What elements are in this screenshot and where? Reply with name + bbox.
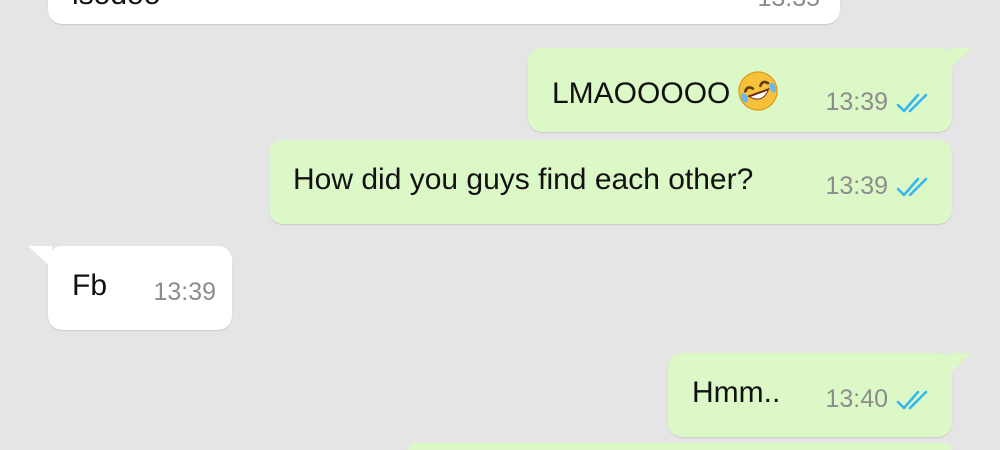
message-text: LMAOOOOO <box>552 71 780 117</box>
bubble-tail <box>28 246 52 268</box>
message-bubble-incoming[interactable]: isodoo 13:35 <box>48 0 840 24</box>
message-time: 13:39 <box>825 88 888 116</box>
message-time: 13:40 <box>825 385 888 413</box>
message-bubble-incoming[interactable]: Fb 13:39 <box>28 246 232 330</box>
message-meta: 13:40 <box>825 387 934 412</box>
message-time: 13:39 <box>825 172 888 200</box>
message-text-content: LMAOOOOO <box>552 76 731 110</box>
bubble-tail <box>948 48 972 70</box>
message-bubble-outgoing[interactable]: How did you guys find each other? 13:39 <box>269 140 952 224</box>
message-bubble-outgoing[interactable]: LMAOOOOO 13:39 <box>528 48 972 132</box>
rolling-on-floor-laughing-emoji-icon <box>736 69 780 113</box>
message-time: 13:39 <box>153 278 216 306</box>
message-meta: 13:39 <box>825 90 934 115</box>
double-check-icon <box>896 177 928 196</box>
message-meta: 13:39 <box>153 280 216 305</box>
bubble-tail <box>948 353 972 375</box>
message-meta: 13:35 <box>757 0 820 11</box>
double-check-icon <box>896 390 928 409</box>
message-text: Fb <box>72 269 108 302</box>
double-check-icon <box>896 93 928 112</box>
message-bubble-outgoing[interactable] <box>408 443 952 450</box>
chat-thread: isodoo 13:35 LMAOOOOO <box>0 0 1000 450</box>
message-bubble-outgoing[interactable]: Hmm.. 13:40 <box>668 353 972 437</box>
message-text: isodoo <box>72 0 160 10</box>
message-text: Hmm.. <box>692 376 781 409</box>
message-meta: 13:39 <box>825 174 934 199</box>
message-text: How did you guys find each other? <box>293 163 754 196</box>
message-time: 13:35 <box>757 0 820 11</box>
